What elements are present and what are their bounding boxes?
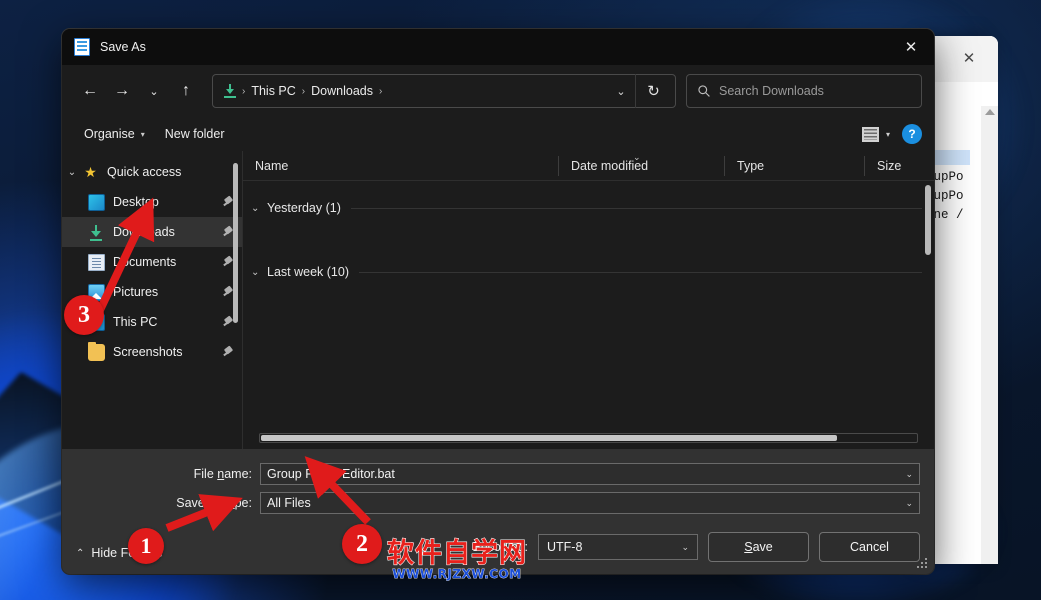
- notepad-scrollbar[interactable]: [981, 106, 998, 564]
- help-icon[interactable]: ?: [902, 124, 922, 144]
- column-header-type[interactable]: Type: [724, 155, 864, 176]
- encoding-select[interactable]: UTF-8 ⌄: [538, 534, 698, 560]
- group-header-yesterday[interactable]: ⌄ Yesterday (1): [243, 197, 934, 219]
- group-label: Yesterday (1): [267, 201, 341, 215]
- sidebar-item-screenshots[interactable]: Screenshots: [62, 337, 242, 367]
- file-list-horizontal-scrollbar[interactable]: [259, 433, 918, 443]
- chevron-down-icon[interactable]: ⌄: [251, 267, 267, 278]
- pin-icon[interactable]: [222, 346, 234, 358]
- organise-button[interactable]: Organise ▾: [74, 123, 155, 145]
- file-name-value: Group Policy Editor.bat: [267, 467, 395, 481]
- view-layout-icon[interactable]: [861, 126, 879, 142]
- sidebar-item-desktop[interactable]: Desktop: [62, 187, 242, 217]
- save-button[interactable]: Save: [708, 532, 809, 562]
- notepad-document-icon: [74, 38, 90, 56]
- command-bar-right: ▾ ?: [861, 124, 922, 144]
- sidebar-item-label: Screenshots: [113, 345, 183, 359]
- cancel-button[interactable]: Cancel: [819, 532, 920, 562]
- file-list[interactable]: Name Date modified ⌄ Type Size ⌄ Yesterd…: [242, 151, 934, 449]
- organise-label: Organise: [84, 127, 135, 141]
- chevron-down-icon[interactable]: ⌄: [899, 498, 913, 509]
- watermark-chinese: 软件自学网: [386, 538, 527, 569]
- breadcrumb-separator-2: ›: [378, 85, 383, 97]
- footer-actions: Encoding: UTF-8 ⌄ Save Cancel: [472, 532, 920, 562]
- notepad-selection-highlight: [928, 150, 970, 165]
- sidebar-item-label: Quick access: [107, 165, 182, 179]
- notepad-close-icon[interactable]: ✕: [958, 48, 980, 70]
- annotation-marker-3: 3: [64, 295, 104, 335]
- resize-grip[interactable]: [916, 557, 929, 570]
- back-button[interactable]: ←: [74, 75, 106, 107]
- scrollbar-thumb[interactable]: [261, 435, 837, 441]
- save-as-type-value: All Files: [267, 496, 311, 510]
- chevron-up-icon: ⌃: [76, 547, 85, 559]
- annotation-marker-1: 1: [128, 528, 164, 564]
- star-icon: ★: [84, 163, 97, 180]
- group-header-last-week[interactable]: ⌄ Last week (10): [243, 261, 934, 283]
- sidebar-item-documents[interactable]: Documents: [62, 247, 242, 277]
- save-as-type-select[interactable]: All Files ⌄: [260, 492, 920, 514]
- column-header-name[interactable]: Name: [243, 156, 558, 176]
- chevron-down-icon[interactable]: ⌄: [251, 203, 267, 214]
- chevron-down-icon[interactable]: ⌄: [899, 469, 913, 480]
- watermark-url: WWW.RJZXW.COM: [392, 567, 522, 581]
- column-header-date-modified[interactable]: Date modified ⌄: [558, 152, 724, 176]
- sort-indicator-icon: ⌄: [633, 151, 641, 162]
- group-divider: [350, 207, 922, 209]
- desktop-wallpaper: ✕ oupPo oupPo ine / Save As ✕ ← → ⌄ ↑ › …: [0, 0, 1041, 600]
- file-name-input[interactable]: Group Policy Editor.bat ⌄: [260, 463, 920, 485]
- command-bar: Organise ▾ New folder ▾ ?: [62, 117, 934, 151]
- chevron-down-icon[interactable]: ⌄: [681, 542, 689, 553]
- chevron-down-icon[interactable]: ▾: [883, 130, 898, 139]
- dialog-body: ⌄ ★ Quick access Desktop Downloads Docum…: [62, 151, 934, 449]
- document-icon: [88, 253, 105, 271]
- sidebar-item-label: Downloads: [113, 225, 175, 239]
- dialog-title: Save As: [100, 40, 146, 54]
- watermark: 软件自学网 WWW.RJZXW.COM: [377, 538, 537, 590]
- sidebar-item-downloads[interactable]: Downloads: [62, 217, 242, 247]
- refresh-icon[interactable]: ↻: [635, 74, 671, 108]
- file-name-row: File name: Group Policy Editor.bat ⌄: [62, 463, 920, 485]
- sidebar-item-label: Pictures: [113, 285, 159, 299]
- save-as-type-row: Save as type: All Files ⌄: [62, 492, 920, 514]
- save-as-dialog: Save As ✕ ← → ⌄ ↑ › This PC › Downloads …: [62, 29, 934, 574]
- navigation-bar: ← → ⌄ ↑ › This PC › Downloads › ⌄ ↻: [62, 65, 934, 117]
- new-folder-label: New folder: [164, 127, 225, 141]
- sidebar-item-label: This PC: [113, 315, 158, 329]
- search-input[interactable]: [719, 84, 911, 98]
- encoding-value: UTF-8: [547, 540, 583, 554]
- chevron-down-icon: ▾: [140, 129, 145, 139]
- search-icon: [698, 85, 710, 97]
- close-icon[interactable]: ✕: [888, 29, 934, 65]
- sidebar-item-quick-access[interactable]: ⌄ ★ Quick access: [62, 157, 242, 187]
- recent-locations-button[interactable]: ⌄: [138, 75, 170, 107]
- file-name-label: File name:: [193, 467, 252, 481]
- sidebar-scrollbar[interactable]: [233, 163, 238, 323]
- breadcrumb[interactable]: › This PC › Downloads › ⌄ ↻: [212, 74, 676, 108]
- chevron-down-icon[interactable]: ⌄: [62, 167, 82, 178]
- breadcrumb-item-this-pc[interactable]: This PC: [246, 84, 300, 98]
- sidebar-item-label: Documents: [113, 255, 177, 269]
- group-label: Last week (10): [267, 265, 349, 279]
- save-as-type-label: Save as type:: [176, 496, 252, 510]
- new-folder-button[interactable]: New folder: [155, 123, 235, 145]
- downloads-arrow-icon: [223, 84, 237, 98]
- downloads-arrow-icon: [88, 224, 105, 241]
- dialog-titlebar: Save As ✕: [62, 29, 934, 65]
- group-divider: [358, 271, 922, 273]
- forward-button[interactable]: →: [106, 75, 138, 107]
- up-button[interactable]: ↑: [170, 75, 202, 107]
- folder-icon: [88, 341, 105, 361]
- search-box[interactable]: [686, 74, 922, 108]
- chevron-down-icon[interactable]: ⌄: [607, 77, 635, 105]
- desktop-monitor-icon: [88, 193, 105, 211]
- sidebar-item-label: Desktop: [113, 195, 159, 209]
- breadcrumb-item-downloads[interactable]: Downloads: [306, 84, 378, 98]
- file-list-vertical-scrollbar[interactable]: [925, 185, 931, 255]
- column-headers: Name Date modified ⌄ Type Size: [243, 151, 934, 181]
- column-header-size[interactable]: Size: [864, 155, 934, 176]
- annotation-marker-2: 2: [342, 524, 382, 564]
- scroll-up-arrow-icon[interactable]: [984, 109, 995, 115]
